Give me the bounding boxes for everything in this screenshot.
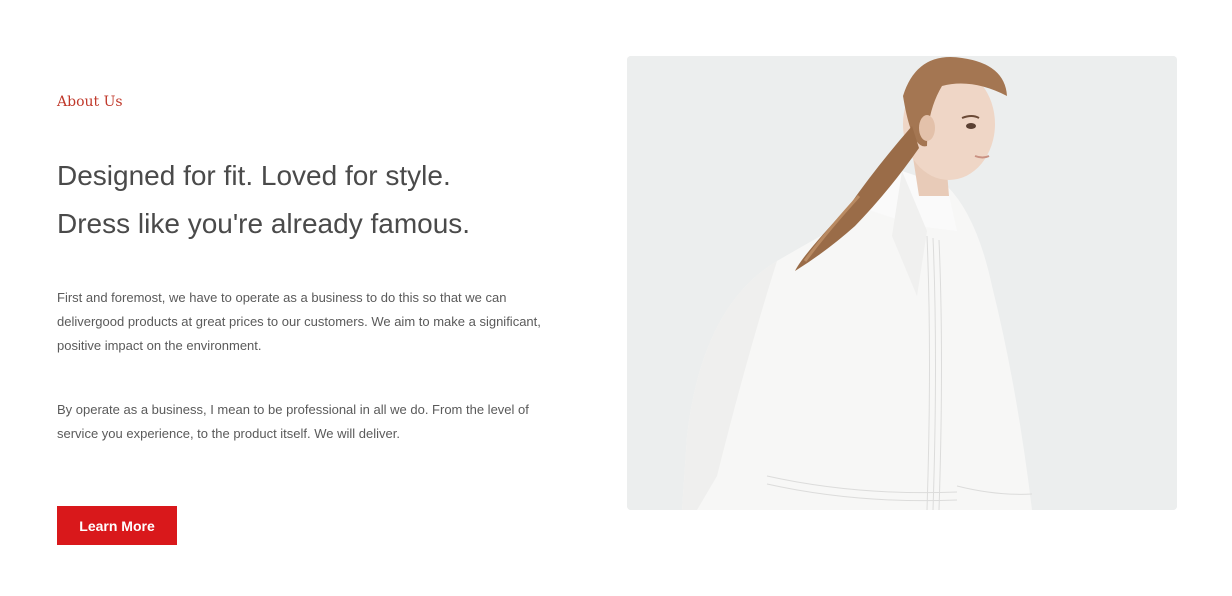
model-illustration: [627, 56, 1177, 510]
section-eyebrow: About Us: [57, 94, 123, 110]
about-paragraph-2: By operate as a business, I mean to be p…: [57, 402, 529, 441]
model-photo: [627, 56, 1177, 510]
learn-more-button[interactable]: Learn More: [57, 506, 177, 545]
headline-line-1: Designed for fit. Loved for style.: [57, 160, 451, 191]
section-headline: Designed for fit. Loved for style. Dress…: [57, 152, 470, 248]
headline-line-2: Dress like you're already famous.: [57, 208, 471, 239]
about-paragraph-1: First and foremost, we have to operate a…: [57, 290, 541, 353]
about-section: About Us Designed for fit. Loved for sty…: [0, 0, 1232, 596]
